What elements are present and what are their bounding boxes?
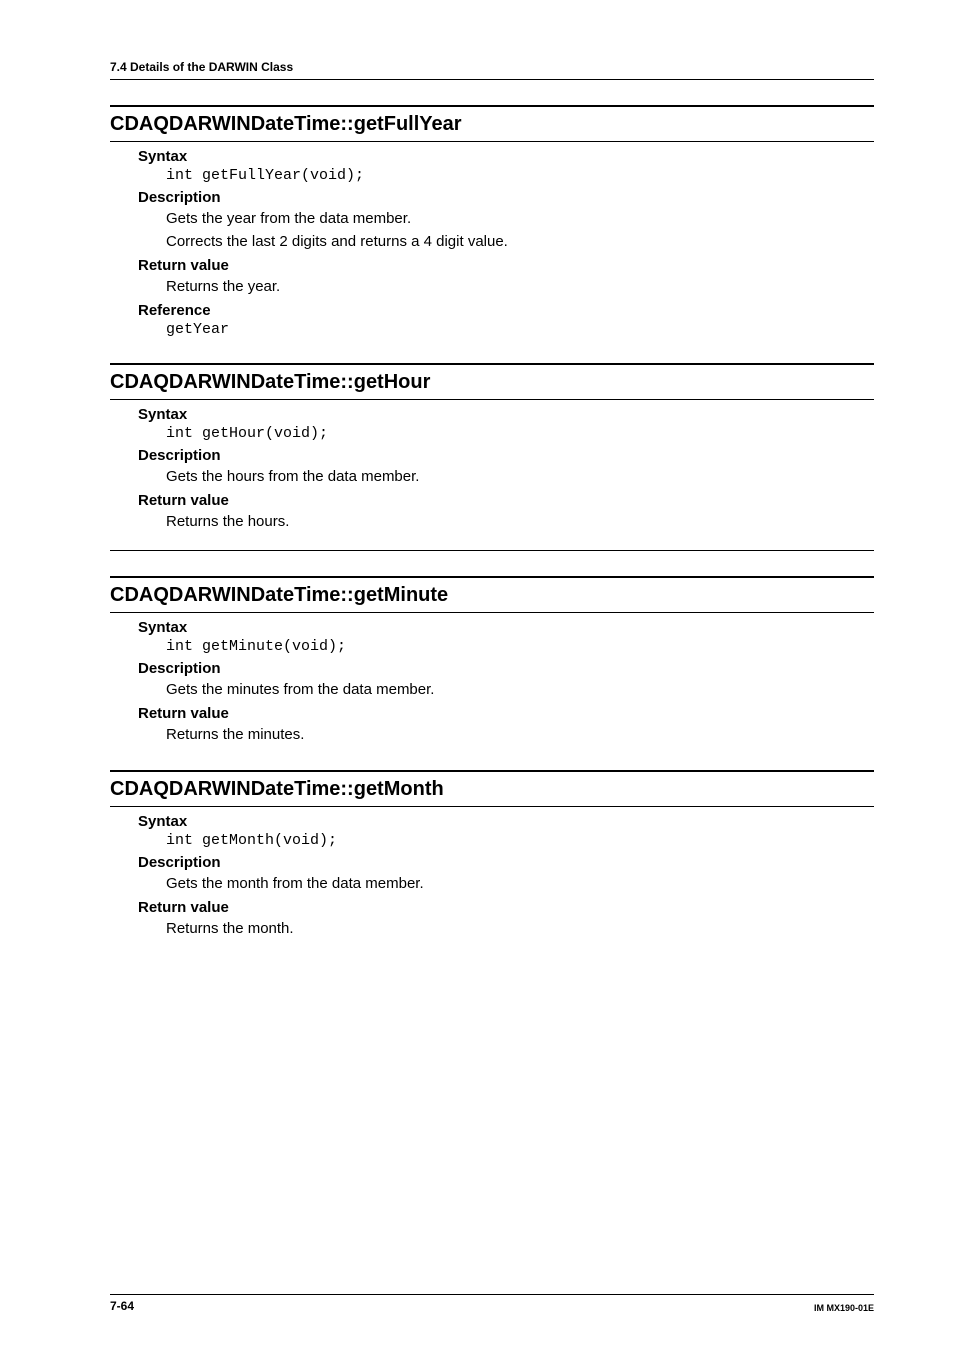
body-text: Gets the year from the data member.: [166, 208, 874, 229]
section-heading: Description: [138, 189, 874, 206]
body-text: Corrects the last 2 digits and returns a…: [166, 231, 874, 252]
body-text: Returns the year.: [166, 276, 874, 297]
section-heading: Syntax: [138, 406, 874, 423]
section-heading: Return value: [138, 257, 874, 274]
section-heading: Return value: [138, 492, 874, 509]
page-number: 7-64: [110, 1299, 134, 1313]
body-text: Returns the hours.: [166, 511, 874, 532]
section-heading: Return value: [138, 705, 874, 722]
entry-title: CDAQDARWINDateTime::getFullYear: [110, 105, 874, 142]
api-entry: CDAQDARWINDateTime::getFullYearSyntaxint…: [110, 105, 874, 338]
entry-title: CDAQDARWINDateTime::getHour: [110, 363, 874, 400]
page: 7.4 Details of the DARWIN Class CDAQDARW…: [0, 0, 954, 1351]
code-line: int getHour(void);: [166, 425, 874, 442]
code-line: int getFullYear(void);: [166, 167, 874, 184]
code-line: int getMonth(void);: [166, 832, 874, 849]
body-text: Gets the minutes from the data member.: [166, 679, 874, 700]
body-text: Gets the hours from the data member.: [166, 466, 874, 487]
section-heading: Description: [138, 854, 874, 871]
body-text: Gets the month from the data member.: [166, 873, 874, 894]
body-text: Returns the minutes.: [166, 724, 874, 745]
section-heading: Reference: [138, 302, 874, 319]
section-heading: Return value: [138, 899, 874, 916]
entry-title: CDAQDARWINDateTime::getMinute: [110, 576, 874, 613]
api-entry: CDAQDARWINDateTime::getHourSyntaxint get…: [110, 363, 874, 551]
code-line: getYear: [166, 321, 874, 338]
code-line: int getMinute(void);: [166, 638, 874, 655]
api-entry: CDAQDARWINDateTime::getMinuteSyntaxint g…: [110, 576, 874, 745]
api-entry: CDAQDARWINDateTime::getMonthSyntaxint ge…: [110, 770, 874, 939]
section-heading: Description: [138, 447, 874, 464]
section-heading: Syntax: [138, 148, 874, 165]
page-footer: 7-64 IM MX190-01E: [110, 1294, 874, 1313]
body-text: Returns the month.: [166, 918, 874, 939]
section-heading: Description: [138, 660, 874, 677]
section-heading: Syntax: [138, 619, 874, 636]
entries-container: CDAQDARWINDateTime::getFullYearSyntaxint…: [110, 105, 874, 939]
horizontal-rule: [110, 550, 874, 551]
entry-title: CDAQDARWINDateTime::getMonth: [110, 770, 874, 807]
section-header: 7.4 Details of the DARWIN Class: [110, 60, 874, 80]
doc-code: IM MX190-01E: [814, 1303, 874, 1313]
section-heading: Syntax: [138, 813, 874, 830]
